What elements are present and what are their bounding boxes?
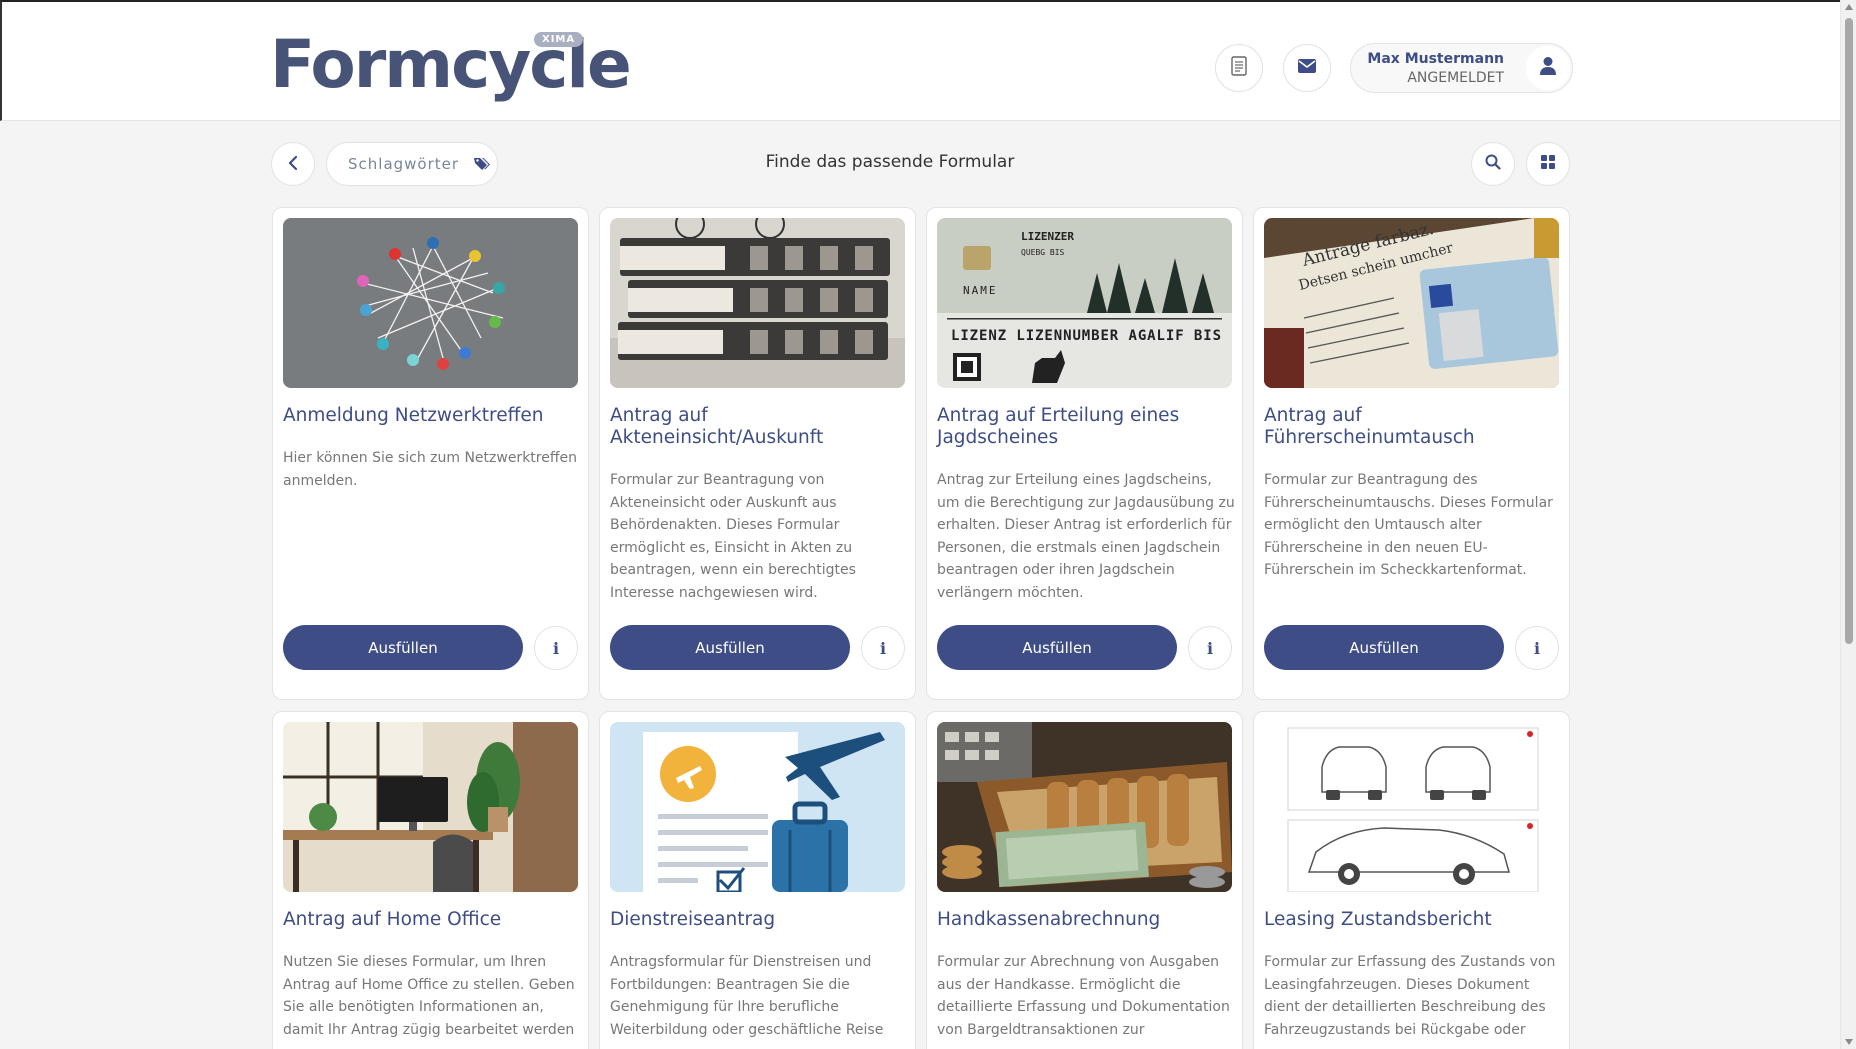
xima-badge: XIMA [534, 32, 584, 47]
grid-icon [1540, 154, 1556, 174]
fill-button[interactable]: Ausfüllen [610, 625, 850, 670]
form-card: Antrag auf Akteneinsicht/Auskunft Formul… [599, 207, 916, 700]
search-button[interactable] [1471, 142, 1515, 186]
card-description: Hier können Sie sich zum Netzwerktreffen… [283, 450, 577, 489]
info-button[interactable]: i [1188, 626, 1232, 670]
card-description: Nutzen Sie dieses Formular, um Ihren Ant… [283, 954, 575, 1038]
chevron-left-icon [288, 155, 298, 174]
card-title[interactable]: Antrag auf Akteneinsicht/Auskunft [610, 405, 910, 449]
back-button[interactable] [271, 142, 315, 186]
card-description: Antragsformular für Dienstreisen und For… [610, 954, 884, 1038]
scrollbar-thumb[interactable] [1845, 18, 1853, 644]
user-name: Max Mustermann [1367, 51, 1504, 67]
image-text: NAME [963, 284, 998, 297]
card-image [610, 722, 905, 892]
card-image [937, 722, 1232, 892]
documents-button[interactable] [1215, 44, 1263, 92]
user-menu[interactable]: Max Mustermann ANGEMELDET [1350, 43, 1573, 93]
fill-button[interactable]: Ausfüllen [937, 625, 1177, 670]
image-text: LIZENZER [1021, 230, 1074, 243]
card-title[interactable]: Leasing Zustandsbericht [1264, 909, 1564, 931]
form-card: Antrag auf Home Office Nutzen Sie dieses… [272, 711, 589, 1049]
card-image [1264, 722, 1559, 892]
card-image: LIZENZER QUEBG BIS NAME LIZENZ LIZENNUMB… [937, 218, 1232, 388]
card-title[interactable]: Antrag auf Home Office [283, 909, 583, 931]
card-title[interactable]: Dienstreiseantrag [610, 909, 910, 931]
info-button[interactable]: i [1515, 626, 1559, 670]
form-card: Antrage farbaz. Detsen schein umcher Ant… [1253, 207, 1570, 700]
scroll-down-icon[interactable] [1845, 1039, 1853, 1045]
card-description: Formular zur Abrechnung von Ausgaben aus… [937, 954, 1230, 1038]
fill-button[interactable]: Ausfüllen [283, 625, 523, 670]
image-text: LIZENZ LIZENNUMBER AGALIF BIS [951, 328, 1221, 344]
fill-button[interactable]: Ausfüllen [1264, 625, 1504, 670]
card-title[interactable]: Handkassenabrechnung [937, 909, 1237, 931]
card-image: Antrage farbaz. Detsen schein umcher [1264, 218, 1559, 388]
form-card: LIZENZER QUEBG BIS NAME LIZENZ LIZENNUMB… [926, 207, 1243, 700]
user-status: ANGEMELDET [1407, 70, 1504, 86]
document-icon [1230, 56, 1248, 80]
image-text: QUEBG BIS [1021, 248, 1065, 257]
form-card: Dienstreiseantrag Antragsformular für Di… [599, 711, 916, 1049]
scrollbar[interactable] [1840, 0, 1856, 1049]
info-button[interactable]: i [861, 626, 905, 670]
card-description: Formular zur Erfassung des Zustands von … [1264, 954, 1556, 1038]
card-title[interactable]: Anmeldung Netzwerktreffen [283, 405, 583, 427]
scroll-up-icon[interactable] [1845, 4, 1853, 10]
avatar[interactable] [1526, 46, 1570, 90]
grid-view-button[interactable] [1526, 142, 1570, 186]
card-description: Antrag zur Erteilung eines Jagdscheins, … [937, 472, 1235, 601]
form-card: Handkassenabrechnung Formular zur Abrech… [926, 711, 1243, 1049]
card-description: Formular zur Beantragung von Akteneinsic… [610, 472, 856, 601]
card-image [610, 218, 905, 388]
card-title[interactable]: Antrag auf Führerscheinumtausch [1264, 405, 1564, 449]
card-image [283, 722, 578, 892]
user-icon [1539, 56, 1557, 80]
card-title[interactable]: Antrag auf Erteilung eines Jagdscheines [937, 405, 1237, 449]
tags-label: Schlagwörter [348, 155, 460, 173]
page-title: Finde das passende Formular [765, 152, 1015, 172]
form-card: Leasing Zustandsbericht Formular zur Erf… [1253, 711, 1570, 1049]
form-card: Anmeldung Netzwerktreffen Hier können Si… [272, 207, 589, 700]
app-header: Formcycle XIMA Max Mustermann ANGEMELDET [0, 0, 1840, 121]
mail-icon [1297, 58, 1317, 78]
card-description: Formular zur Beantragung des Führerschei… [1264, 472, 1553, 578]
search-icon [1485, 154, 1501, 174]
info-button[interactable]: i [534, 626, 578, 670]
tags-filter-button[interactable]: Schlagwörter [326, 142, 498, 186]
card-image [283, 218, 578, 388]
tags-icon [473, 156, 491, 172]
messages-button[interactable] [1283, 44, 1331, 92]
